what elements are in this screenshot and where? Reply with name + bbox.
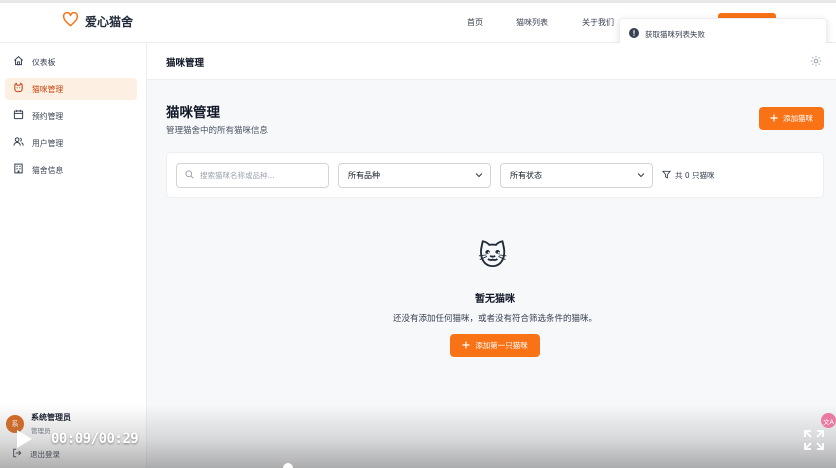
nav-home[interactable]: 首页 (467, 17, 483, 28)
sidebar-item-label: 仪表板 (32, 57, 56, 67)
toast-message: 获取猫咪列表失败 (645, 29, 705, 39)
breed-select[interactable]: 所有品种 (338, 163, 491, 188)
breed-select-value: 所有品种 (348, 171, 380, 180)
brand[interactable]: 爱心猫舍 (62, 11, 134, 30)
cat-icon (13, 82, 24, 96)
sidebar-item-appointments[interactable]: 预约管理 (5, 105, 137, 127)
users-icon (13, 136, 24, 150)
filter-bar: 所有品种 所有状态 共 0 只猫咪 (166, 152, 824, 198)
fullscreen-icon[interactable] (803, 429, 825, 454)
search-field[interactable] (176, 163, 329, 188)
filter-icon (661, 170, 672, 181)
sidebar-item-label: 猫舍信息 (32, 165, 64, 175)
brand-name: 爱心猫舍 (85, 14, 134, 29)
sidebar-item-label: 预约管理 (32, 111, 64, 121)
empty-description: 还没有添加任何猫咪，或者没有符合筛选条件的猫咪。 (392, 314, 597, 324)
search-icon (185, 169, 194, 182)
empty-title: 暂无猫咪 (475, 294, 515, 305)
logout-label: 退出登录 (30, 450, 60, 459)
status-select[interactable]: 所有状态 (500, 163, 653, 188)
plus-icon (770, 114, 778, 124)
sidebar-item-users[interactable]: 用户管理 (5, 132, 137, 154)
nav-about[interactable]: 关于我们 (582, 17, 614, 28)
calendar-icon (13, 109, 24, 123)
sidebar: 仪表板 猫咪管理 预约管理 用户管理 猫舍信息 系 系统管理员 管理员 退出登录 (0, 43, 147, 468)
plus-icon (462, 341, 470, 351)
sidebar-item-dashboard[interactable]: 仪表板 (5, 51, 137, 73)
page-subtitle: 管理猫舍中的所有猫咪信息 (166, 126, 269, 136)
content-header: 猫咪管理 (147, 43, 836, 80)
search-input[interactable] (200, 171, 325, 180)
add-first-cat-button[interactable]: 添加第一只猫咪 (450, 334, 540, 357)
chevron-down-icon (637, 171, 645, 181)
translate-icon[interactable]: 文A (821, 413, 836, 428)
progress-scrubber[interactable] (283, 463, 293, 468)
gear-icon[interactable] (810, 55, 822, 70)
nav-cat-list[interactable]: 猫咪列表 (516, 17, 548, 28)
video-time: 00:09/00:29 (51, 431, 139, 447)
add-first-cat-label: 添加第一只猫咪 (475, 341, 528, 350)
cat-emoji-icon: 🐱 (478, 239, 508, 272)
chevron-down-icon (475, 171, 483, 181)
result-count: 共 0 只猫咪 (661, 170, 715, 181)
heart-logo-icon (62, 11, 79, 30)
error-icon (629, 27, 639, 41)
sidebar-item-cattery-info[interactable]: 猫舍信息 (5, 159, 137, 181)
building-icon (13, 163, 24, 177)
home-icon (13, 55, 24, 69)
status-select-value: 所有状态 (510, 171, 542, 180)
sidebar-item-label: 用户管理 (32, 138, 64, 148)
result-count-text: 共 0 只猫咪 (675, 171, 715, 180)
sidebar-item-cats[interactable]: 猫咪管理 (5, 78, 137, 100)
header-title: 猫咪管理 (166, 58, 205, 69)
page-title: 猫咪管理 (166, 105, 220, 121)
sidebar-item-label: 猫咪管理 (32, 84, 64, 94)
add-cat-button[interactable]: 添加猫咪 (759, 107, 824, 130)
user-name: 系统管理员 (31, 413, 71, 422)
add-cat-label: 添加猫咪 (783, 114, 813, 123)
play-icon[interactable] (14, 428, 34, 453)
